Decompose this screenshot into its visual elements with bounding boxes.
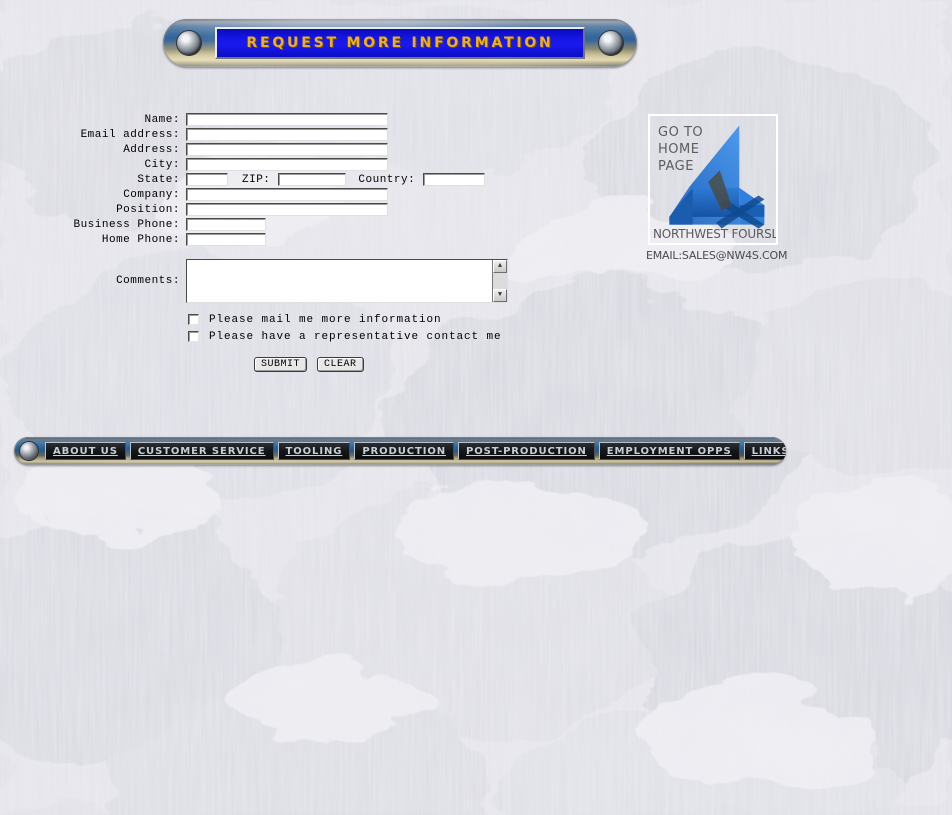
field-row-city: City:	[0, 157, 640, 172]
page-line: PAGE	[658, 159, 694, 174]
main-navigation-bar: ABOUT US CUSTOMER SERVICE TOOLING PRODUC…	[14, 437, 786, 465]
field-row-business-phone: Business Phone:	[0, 217, 640, 232]
nav-item-tooling[interactable]: TOOLING	[277, 442, 351, 460]
mail-more-information-checkbox[interactable]	[188, 314, 199, 325]
label-company: Company:	[123, 188, 180, 201]
mail-more-information-label: Please mail me more information	[209, 313, 442, 326]
name-input[interactable]	[186, 113, 388, 126]
rivet-icon	[177, 31, 201, 55]
label-comments: Comments:	[116, 275, 180, 287]
representative-contact-checkbox[interactable]	[188, 331, 199, 342]
label-name: Name:	[144, 113, 180, 126]
request-info-form: Name: Email address: Address: City: Stat…	[0, 112, 640, 372]
go-to-line: GO TO	[658, 125, 704, 140]
state-input[interactable]	[186, 173, 228, 186]
checkbox-row-representative-contact: Please have a representative contact me	[188, 328, 640, 345]
scrollbar-track[interactable]	[493, 273, 507, 289]
field-row-company: Company:	[0, 187, 640, 202]
company-name-caption: NORTHWEST FOURSLIDE	[653, 227, 778, 241]
go-to-home-page-link[interactable]: GO TO HOME PAGE NORTHWEST FOURSLIDE	[648, 114, 778, 245]
scroll-up-icon[interactable]: ▲	[493, 260, 507, 273]
banner-plate: REQUEST MORE INFORMATION	[215, 27, 585, 59]
nav-item-employment-opps[interactable]: EMPLOYMENT OPPS	[598, 442, 740, 460]
nav-item-links[interactable]: LINKS	[743, 442, 786, 460]
label-city: City:	[144, 158, 180, 171]
email-address-input[interactable]	[186, 128, 388, 141]
form-button-row: SUBMIT CLEAR	[254, 357, 640, 372]
position-input[interactable]	[186, 203, 388, 216]
comments-textarea[interactable]	[187, 260, 492, 302]
nav-item-production[interactable]: PRODUCTION	[354, 442, 455, 460]
clear-button[interactable]: CLEAR	[317, 357, 364, 372]
representative-contact-label: Please have a representative contact me	[209, 330, 502, 343]
home-phone-input[interactable]	[186, 233, 266, 246]
business-phone-input[interactable]	[186, 218, 266, 231]
company-input[interactable]	[186, 188, 388, 201]
field-row-address: Address:	[0, 142, 640, 157]
label-country: Country:	[358, 173, 416, 186]
comments-scrollbar[interactable]: ▲ ▼	[492, 260, 507, 302]
label-zip: ZIP:	[242, 173, 271, 186]
page-title: REQUEST MORE INFORMATION	[246, 35, 554, 51]
label-email-address: Email address:	[80, 128, 180, 141]
rivet-icon	[20, 442, 38, 460]
page-header-banner: REQUEST MORE INFORMATION	[163, 19, 637, 67]
city-input[interactable]	[186, 158, 388, 171]
address-input[interactable]	[186, 143, 388, 156]
field-row-comments: Comments: ▲ ▼	[0, 259, 640, 303]
field-row-name: Name:	[0, 112, 640, 127]
field-row-state-zip-country: State: ZIP: Country:	[0, 172, 640, 187]
field-row-position: Position:	[0, 202, 640, 217]
nav-item-customer-service[interactable]: CUSTOMER SERVICE	[129, 442, 274, 460]
nav-item-about-us[interactable]: ABOUT US	[45, 442, 126, 460]
zip-input[interactable]	[278, 173, 347, 186]
field-row-email: Email address:	[0, 127, 640, 142]
label-position: Position:	[116, 203, 180, 216]
nav-items-container: ABOUT US CUSTOMER SERVICE TOOLING PRODUC…	[45, 442, 786, 460]
contact-email-text: EMAIL:SALES@NW4S.COM	[646, 249, 788, 262]
label-address: Address:	[123, 143, 180, 156]
rivet-icon	[599, 31, 623, 55]
nav-item-post-production[interactable]: POST-PRODUCTION	[458, 442, 595, 460]
label-business-phone: Business Phone:	[73, 218, 180, 231]
label-state: State:	[137, 173, 180, 186]
home-line: HOME	[658, 142, 700, 157]
comments-textarea-wrapper: ▲ ▼	[186, 259, 508, 303]
checkbox-row-mail-info: Please mail me more information	[188, 311, 640, 328]
country-input[interactable]	[423, 173, 486, 186]
logo-text-block: GO TO HOME PAGE	[658, 124, 703, 175]
label-home-phone: Home Phone:	[101, 233, 180, 246]
field-row-home-phone: Home Phone:	[0, 232, 640, 247]
submit-button[interactable]: SUBMIT	[254, 357, 308, 372]
scroll-down-icon[interactable]: ▼	[493, 289, 507, 302]
